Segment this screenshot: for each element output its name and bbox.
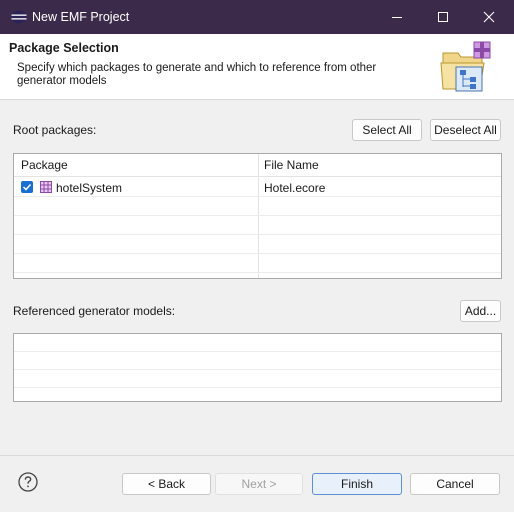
footer-separator <box>0 455 514 456</box>
package-icon <box>40 181 52 193</box>
referenced-models-list[interactable] <box>13 333 502 402</box>
close-icon <box>483 11 495 23</box>
window-title: New EMF Project <box>32 10 130 24</box>
hotelsystem-checkbox[interactable] <box>21 181 33 193</box>
row-divider <box>14 351 501 352</box>
add-button[interactable]: Add... <box>460 300 501 322</box>
next-button[interactable]: Next > <box>215 473 303 495</box>
help-button[interactable] <box>18 472 38 492</box>
back-button[interactable]: < Back <box>122 473 211 495</box>
help-icon <box>18 472 38 492</box>
column-header-file-name[interactable]: File Name <box>264 158 319 172</box>
row-divider <box>14 272 501 273</box>
maximize-button[interactable] <box>420 0 466 34</box>
minimize-button[interactable] <box>374 0 420 34</box>
wizard-header: Package Selection Specify which packages… <box>0 34 514 100</box>
row-divider <box>14 387 501 388</box>
column-separator <box>258 154 259 278</box>
row-divider <box>14 196 501 197</box>
close-button[interactable] <box>466 0 512 34</box>
deselect-all-button[interactable]: Deselect All <box>430 119 501 141</box>
root-packages-label: Root packages: <box>13 123 97 137</box>
eclipse-app-icon <box>11 10 27 24</box>
checkbox-checked-icon <box>22 183 32 191</box>
finish-button[interactable]: Finish <box>312 473 402 495</box>
row-divider <box>14 215 501 216</box>
row-divider <box>14 253 501 254</box>
minimize-icon <box>392 17 402 18</box>
package-name-cell: hotelSystem <box>56 181 123 195</box>
row-divider <box>14 234 501 235</box>
referenced-models-label: Referenced generator models: <box>13 304 176 318</box>
maximize-icon <box>438 12 448 22</box>
file-name-cell: Hotel.ecore <box>264 181 326 195</box>
package-wizard-icon <box>440 39 496 100</box>
select-all-button[interactable]: Select All <box>352 119 422 141</box>
cancel-button[interactable]: Cancel <box>410 473 500 495</box>
title-bar: New EMF Project <box>0 0 514 34</box>
root-packages-table[interactable]: Package File Name hotelSystem Hotel.ecor… <box>13 153 502 279</box>
page-description: Specify which packages to generate and w… <box>17 62 377 87</box>
row-divider <box>14 369 501 370</box>
page-title: Package Selection <box>9 41 119 55</box>
column-header-package[interactable]: Package <box>21 158 68 172</box>
